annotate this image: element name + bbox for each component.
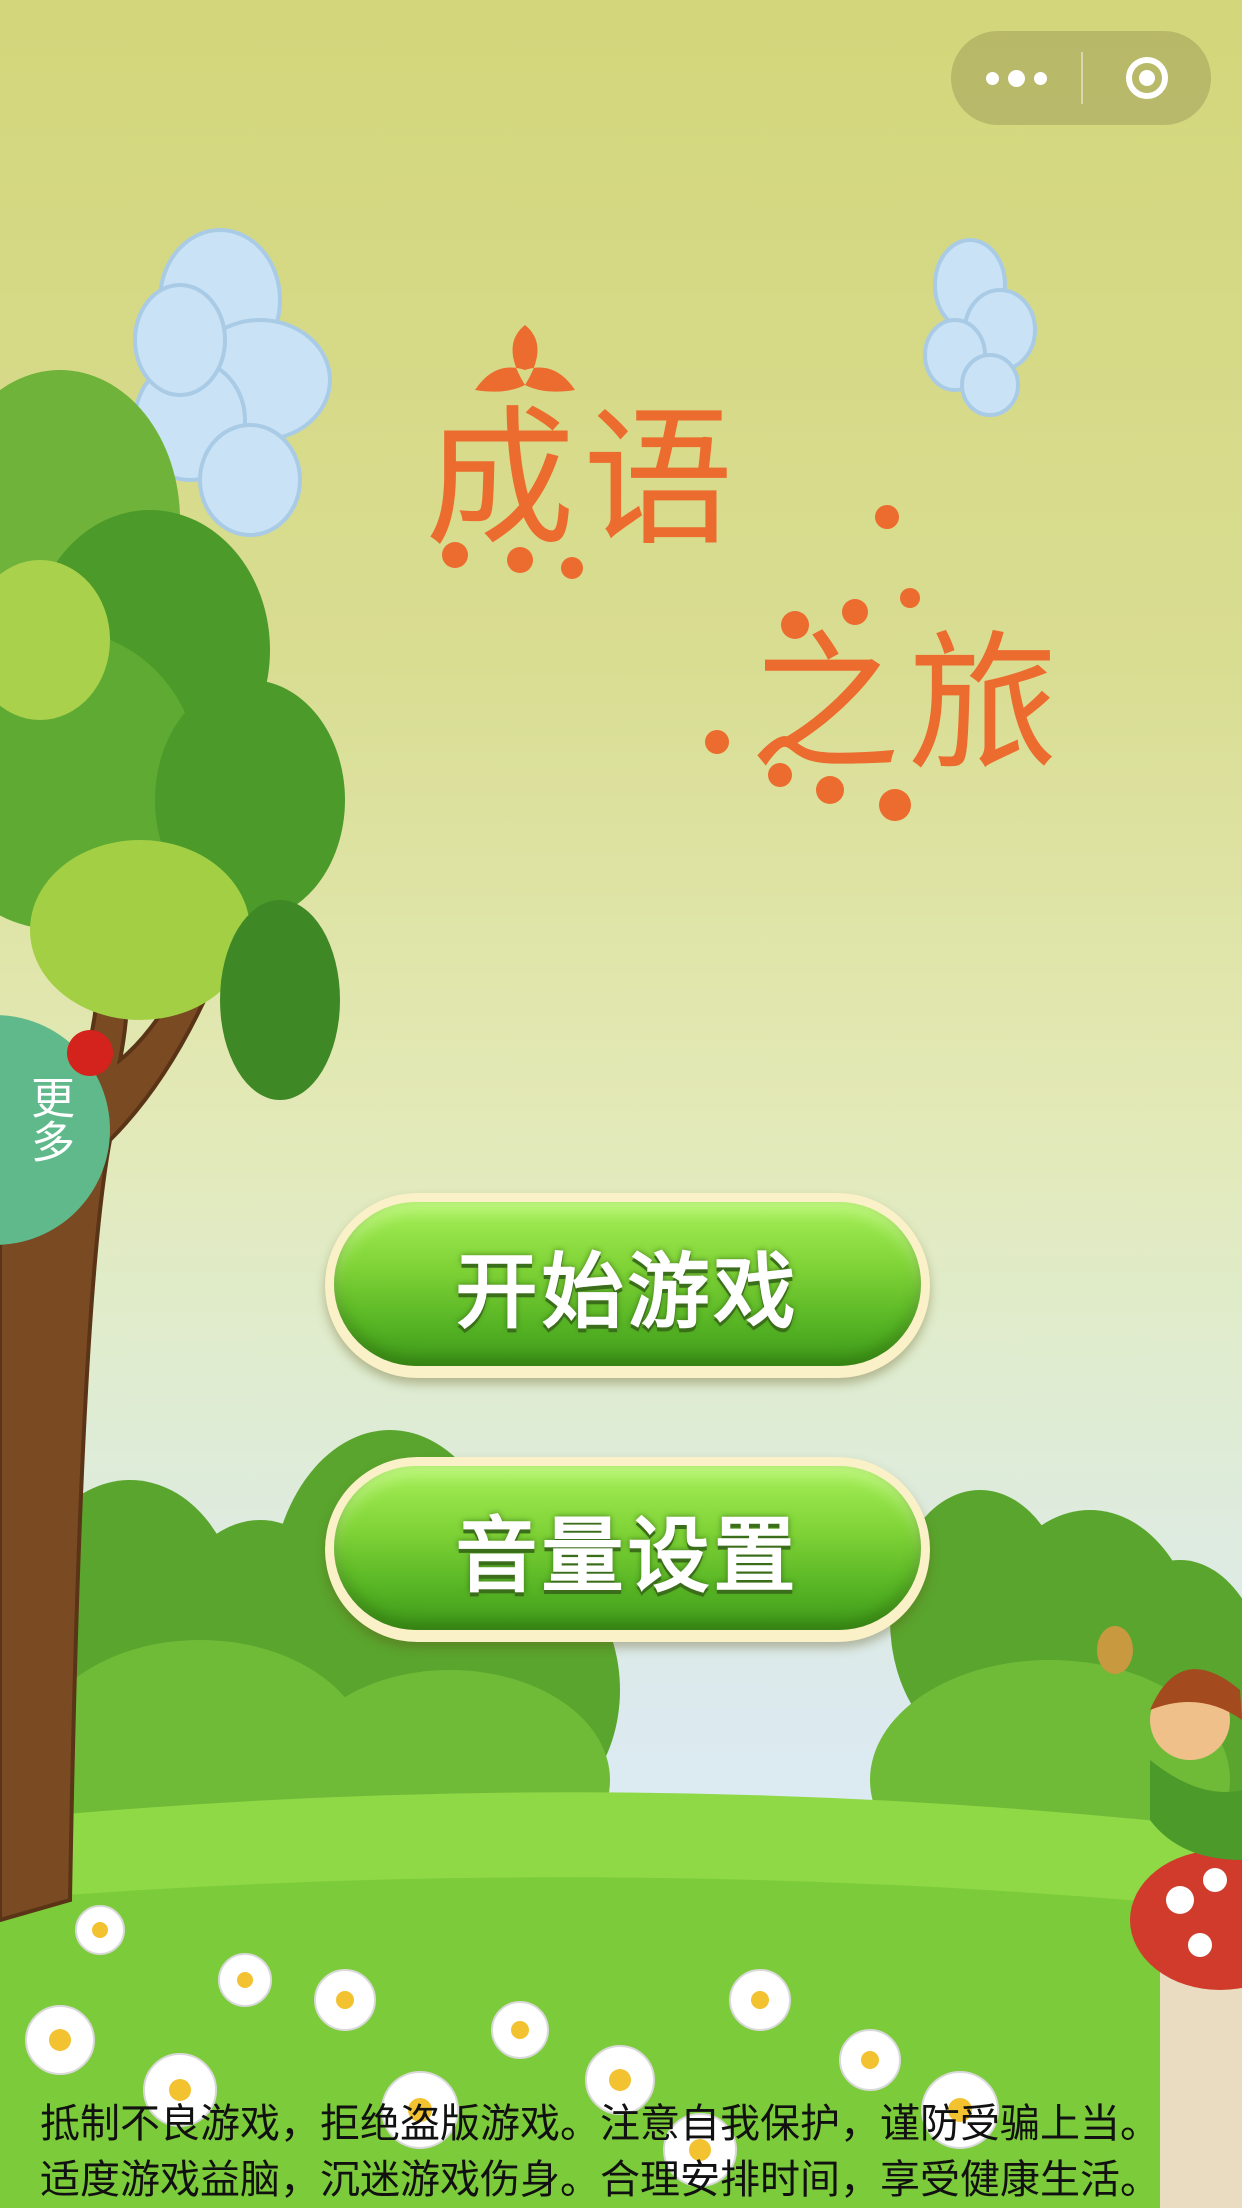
notice-line-2: 适度游戏益脑，沉迷游戏伤身。合理安排时间，享受健康生活。 bbox=[40, 2157, 1160, 2203]
cloud-right bbox=[923, 238, 1037, 417]
game-title-part2: 之旅 bbox=[750, 618, 1067, 792]
start-game-label: 开始游戏 bbox=[455, 1244, 800, 1340]
volume-settings-label: 音量设置 bbox=[455, 1508, 800, 1604]
start-game-button[interactable]: 开始游戏 bbox=[325, 1193, 930, 1378]
title-dot bbox=[705, 730, 729, 754]
notification-badge bbox=[67, 1030, 113, 1076]
mini-program-capsule bbox=[951, 31, 1211, 125]
background-illustration bbox=[0, 228, 1242, 2208]
target-circle-icon bbox=[1126, 57, 1168, 99]
health-gaming-notice: 抵制不良游戏，拒绝盗版游戏。注意自我保护，谨防受骗上当。 适度游戏益脑，沉迷游戏… bbox=[40, 2096, 1230, 2208]
volume-settings-button[interactable]: 音量设置 bbox=[325, 1457, 930, 1642]
game-title-part1: 成语 bbox=[425, 393, 742, 567]
title-dot bbox=[875, 505, 899, 529]
more-dots-icon[interactable] bbox=[951, 31, 1081, 125]
notice-line-1: 抵制不良游戏，拒绝盗版游戏。注意自我保护，谨防受骗上当。 bbox=[40, 2101, 1160, 2147]
game-scene: 成语 之旅 更多 开始游戏 音量设置 抵制不良游戏，拒绝盗版游戏。注意自我保护，… bbox=[0, 0, 1242, 2208]
close-program-button[interactable] bbox=[1083, 31, 1211, 125]
more-games-label: 更多 bbox=[23, 1075, 74, 1163]
